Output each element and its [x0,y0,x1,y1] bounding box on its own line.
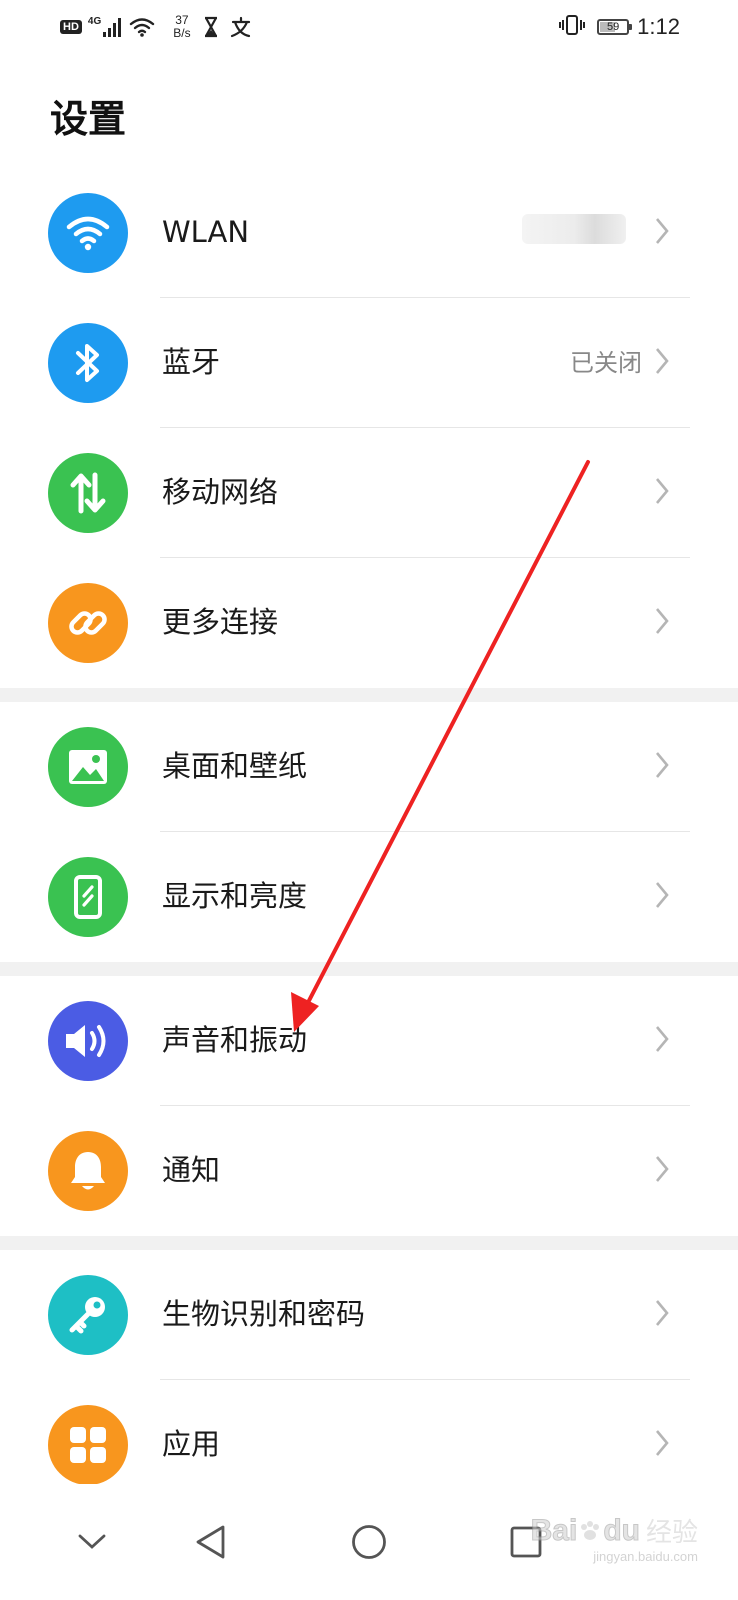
back-button[interactable] [186,1518,234,1566]
network-type: 4G [87,16,102,27]
watermark-brand-2: du [603,1513,641,1547]
chevron-right-icon [656,478,669,504]
setting-label: 生物识别和密码 [162,1297,366,1331]
app-notification-icon [229,16,253,38]
apps-icon [48,1405,128,1485]
setting-mobile-network[interactable]: 移动网络 [0,428,738,558]
chevron-right-icon [656,1026,669,1052]
chevron-right-icon [656,348,669,374]
chevron-right-icon [656,1156,669,1182]
setting-more-connections[interactable]: 更多连接 [0,558,738,688]
chevron-right-icon [656,1430,669,1456]
setting-label: 移动网络 [162,475,279,509]
setting-label: 声音和振动 [162,1023,308,1057]
setting-label: 蓝牙 [162,345,221,379]
baidu-watermark: Bai du 经验 jingyan.baidu.com [530,1512,698,1564]
setting-label: 通知 [162,1153,221,1187]
bluetooth-status: 已关闭 [570,349,642,377]
setting-display-brightness[interactable]: 显示和亮度 [0,832,738,962]
status-bar: HD 4G 37 B/s 59 1:12 [0,0,738,62]
setting-label: WLAN [162,215,250,249]
hourglass-icon [203,16,219,38]
chevron-right-icon [656,218,669,244]
signal-icon [101,17,122,37]
setting-sound-vibration[interactable]: 声音和振动 [0,976,738,1106]
mobile-data-icon [48,453,128,533]
group-separator [0,688,738,702]
vibrate-icon [559,14,586,40]
setting-label: 显示和亮度 [162,879,308,913]
home-button[interactable] [345,1518,393,1566]
volume-icon [48,1001,128,1081]
display-icon [48,857,128,937]
setting-biometrics-password[interactable]: 生物识别和密码 [0,1250,738,1380]
collapse-button[interactable] [68,1518,116,1566]
setting-label: 应用 [162,1427,221,1461]
link-icon [48,583,128,663]
chevron-right-icon [656,752,669,778]
watermark-url: jingyan.baidu.com [593,1549,698,1564]
watermark-suffix: 经验 [645,1518,698,1548]
group-separator [0,1236,738,1250]
setting-wlan[interactable]: WLAN [0,168,738,298]
setting-label: 更多连接 [162,605,279,639]
home-circle-icon [352,1525,386,1559]
watermark-brand: Bai [530,1513,578,1547]
network-speed: 37 B/s [173,14,190,40]
chevron-right-icon [656,1300,669,1326]
group-separator [0,962,738,976]
paw-icon [578,1519,602,1543]
setting-bluetooth[interactable]: 蓝牙 已关闭 [0,298,738,428]
wifi-status-icon [129,17,155,37]
key-icon [48,1275,128,1355]
battery-level: 59 [607,21,620,33]
battery-icon: 59 [597,19,633,35]
chevron-right-icon [656,882,669,908]
settings-list: WLAN 蓝牙 已关闭 移动网络 更多连接 桌面和壁纸 显示和亮度 声音和振动 … [0,168,738,1510]
speed-unit: B/s [173,26,191,40]
bluetooth-icon [48,323,128,403]
chevron-down-icon [78,1534,106,1549]
wifi-icon [48,193,128,273]
wallpaper-icon [48,727,128,807]
setting-notifications[interactable]: 通知 [0,1106,738,1236]
bell-icon [48,1131,128,1211]
setting-label: 桌面和壁纸 [162,749,308,783]
chevron-right-icon [656,608,669,634]
back-triangle-icon [196,1525,225,1559]
setting-home-wallpaper[interactable]: 桌面和壁纸 [0,702,738,832]
page-title: 设置 [50,97,127,141]
hd-badge: HD [60,20,82,34]
wlan-network-name-redacted [522,214,626,244]
clock: 1:12 [637,14,680,39]
